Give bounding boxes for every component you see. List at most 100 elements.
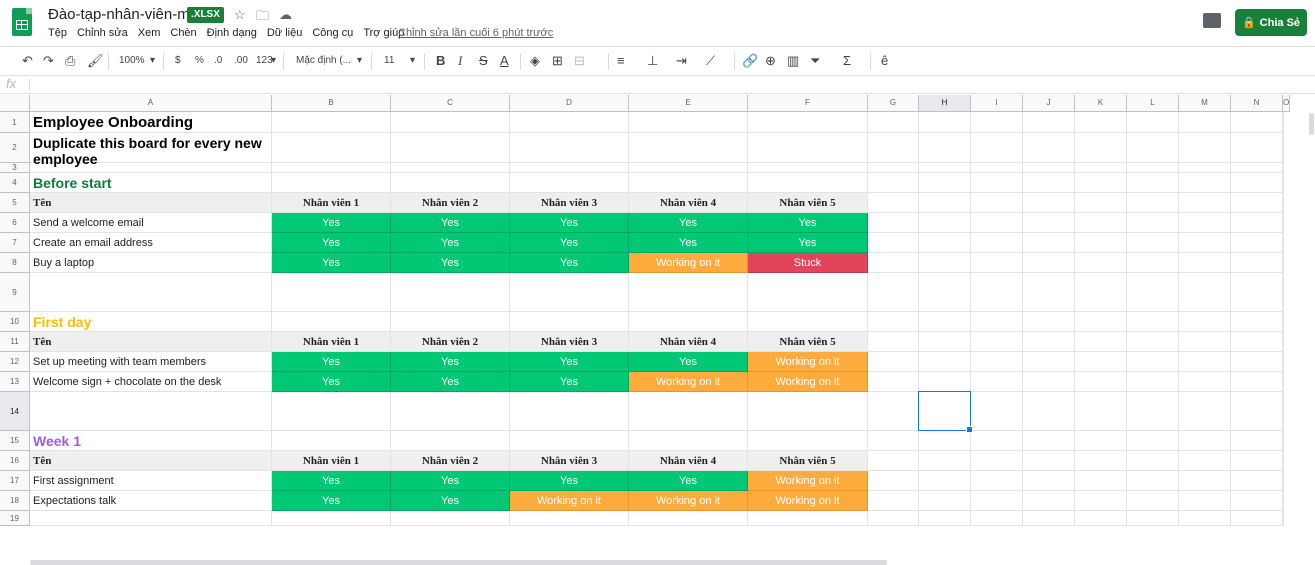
column-header[interactable]: L (1127, 95, 1179, 112)
grid-cell[interactable] (868, 173, 919, 193)
grid-cell[interactable] (1283, 491, 1284, 511)
insert-chart-icon[interactable]: ▥ (787, 53, 799, 69)
grid-cell[interactable] (868, 471, 919, 491)
grid-cell[interactable] (868, 133, 919, 163)
grid-cell[interactable] (868, 312, 919, 332)
status-cell[interactable]: Working on it (629, 491, 748, 511)
grid-cell[interactable] (971, 372, 1023, 392)
grid-cell[interactable] (971, 352, 1023, 372)
grid-cell[interactable] (1127, 511, 1179, 526)
grid-cell[interactable] (1127, 372, 1179, 392)
grid-cell[interactable] (1283, 372, 1284, 392)
section-title[interactable]: Week 1 (30, 431, 272, 451)
grid-cell[interactable] (1023, 372, 1075, 392)
row-header[interactable]: 2 (0, 133, 30, 163)
status-cell[interactable]: Yes (629, 471, 748, 491)
grid-cell[interactable] (868, 213, 919, 233)
grid-cell[interactable] (1283, 173, 1284, 193)
grid-cell[interactable] (971, 511, 1023, 526)
grid-cell[interactable] (1023, 133, 1075, 163)
row-header[interactable]: 16 (0, 451, 30, 471)
font-size-select[interactable]: 11 (384, 55, 394, 66)
grid-cell[interactable] (1023, 163, 1075, 173)
vertical-align-icon[interactable]: ⊥ (647, 53, 658, 69)
chevron-down-icon[interactable]: ▾ (150, 55, 155, 66)
grid-cell[interactable] (629, 511, 748, 526)
status-cell[interactable]: Yes (748, 213, 868, 233)
grid-cell[interactable] (1023, 233, 1075, 253)
grid-cell[interactable] (1127, 133, 1179, 163)
menu-item[interactable]: Dữ liệu (267, 27, 303, 39)
chevron-down-icon[interactable]: ▾ (271, 55, 276, 66)
status-cell[interactable]: Yes (272, 471, 391, 491)
grid-cell[interactable] (1231, 491, 1283, 511)
grid-cell[interactable] (868, 451, 919, 471)
grid-cell[interactable] (868, 233, 919, 253)
strikethrough-icon[interactable]: S (479, 53, 488, 68)
grid-cell[interactable] (30, 392, 272, 431)
column-label-cell[interactable]: Nhân viên 4 (629, 451, 748, 471)
row-header[interactable]: 18 (0, 491, 30, 511)
text-wrap-icon[interactable]: ⇥ (676, 53, 687, 69)
row-header[interactable]: 6 (0, 213, 30, 233)
grid-cell[interactable] (1075, 431, 1127, 451)
status-cell[interactable]: Yes (510, 233, 629, 253)
grid-cell[interactable] (868, 193, 919, 213)
grid-cell[interactable] (1023, 392, 1075, 431)
grid-cell[interactable] (629, 163, 748, 173)
column-label-cell[interactable]: Tên (30, 332, 272, 352)
grid-cell[interactable] (868, 352, 919, 372)
grid-cell[interactable] (919, 253, 971, 273)
comments-icon[interactable] (1203, 13, 1221, 28)
grid-cell[interactable] (971, 491, 1023, 511)
section-title[interactable]: First day (30, 312, 272, 332)
menu-item[interactable]: Công cụ (312, 27, 353, 39)
cloud-status-icon[interactable]: ☁ (279, 7, 292, 23)
undo-icon[interactable]: ↶ (22, 53, 33, 69)
grid-cell[interactable] (1179, 273, 1231, 312)
grid-cell[interactable] (971, 133, 1023, 163)
filter-icon[interactable]: ⏷ (810, 53, 820, 69)
column-header[interactable]: E (629, 95, 748, 112)
grid-cell[interactable] (748, 273, 868, 312)
fill-color-icon[interactable]: ◈ (530, 53, 540, 69)
grid-cell[interactable] (1283, 112, 1284, 133)
grid-cell[interactable] (1075, 312, 1127, 332)
select-all-corner[interactable] (0, 95, 30, 112)
grid-cell[interactable] (1023, 173, 1075, 193)
grid-cell[interactable] (30, 273, 272, 312)
column-header[interactable]: F (748, 95, 868, 112)
row-header[interactable]: 10 (0, 312, 30, 332)
grid-cell[interactable] (971, 163, 1023, 173)
grid-cell[interactable] (391, 511, 510, 526)
grid-cell[interactable] (1023, 312, 1075, 332)
last-edit-link[interactable]: Chỉnh sửa lần cuối 6 phút trước (398, 27, 553, 39)
grid-cell[interactable] (510, 163, 629, 173)
grid-cell[interactable] (1127, 233, 1179, 253)
grid-cell[interactable] (868, 431, 919, 451)
status-cell[interactable]: Yes (391, 233, 510, 253)
grid-cell[interactable] (272, 133, 391, 163)
grid-cell[interactable] (1231, 372, 1283, 392)
grid-cell[interactable] (1283, 193, 1284, 213)
grid-cell[interactable] (1023, 352, 1075, 372)
grid-cell[interactable] (1283, 273, 1284, 312)
row-header[interactable]: 12 (0, 352, 30, 372)
grid-cell[interactable] (971, 332, 1023, 352)
grid-cell[interactable] (1075, 173, 1127, 193)
status-cell[interactable]: Yes (510, 213, 629, 233)
column-header[interactable]: B (272, 95, 391, 112)
currency-format-button[interactable]: $ (175, 55, 181, 66)
grid-cell[interactable] (1127, 213, 1179, 233)
grid-cell[interactable] (1023, 193, 1075, 213)
menu-item[interactable]: Chỉnh sửa (77, 27, 128, 39)
grid-cell[interactable] (1283, 511, 1284, 526)
row-header[interactable]: 5 (0, 193, 30, 213)
grid-cell[interactable] (1127, 173, 1179, 193)
grid-cell[interactable] (868, 163, 919, 173)
grid-cell[interactable] (919, 451, 971, 471)
grid-cell[interactable] (1231, 173, 1283, 193)
grid-cell[interactable] (971, 233, 1023, 253)
grid-cell[interactable] (1283, 163, 1284, 173)
grid-cell[interactable] (510, 511, 629, 526)
